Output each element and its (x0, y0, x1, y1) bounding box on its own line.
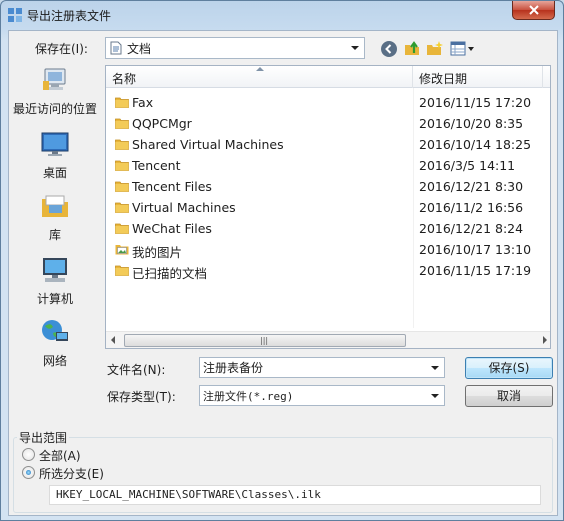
place-label: 网络 (42, 354, 67, 368)
file-name: 我的图片 (132, 245, 183, 260)
scroll-right-icon[interactable] (543, 336, 547, 344)
file-row[interactable]: Fax 2016/11/15 17:20 (106, 92, 550, 113)
chevron-down-icon (431, 394, 439, 398)
desktop-icon (41, 132, 69, 156)
place-label: 库 (48, 228, 61, 242)
file-row[interactable]: Shared Virtual Machines 2016/10/14 18:25 (106, 134, 550, 155)
file-date: 2016/12/21 8:30 (419, 179, 524, 194)
place-computer[interactable]: 计算机 (9, 255, 101, 307)
title-bar: 导出注册表文件 (1, 1, 563, 29)
file-date: 2016/11/15 17:19 (419, 263, 532, 278)
save-button[interactable]: 保存(S) (465, 357, 553, 379)
computer-icon (43, 258, 67, 282)
file-name: Shared Virtual Machines (132, 137, 284, 152)
chevron-down-icon (351, 46, 359, 50)
file-date: 2016/10/20 8:35 (419, 116, 524, 131)
file-row[interactable]: WeChat Files 2016/12/21 8:24 (106, 218, 550, 239)
selected-branch-field[interactable]: HKEY_LOCAL_MACHINE\SOFTWARE\Classes\.ilk (49, 485, 541, 505)
folder-icon (115, 181, 129, 192)
folder-icon (115, 160, 129, 171)
filename-input[interactable]: 注册表备份 (199, 357, 445, 378)
folder-icon (115, 265, 129, 276)
documents-icon (110, 41, 122, 55)
pictures-folder-icon (115, 245, 129, 255)
filetype-select[interactable]: 注册文件(*.reg) (199, 385, 445, 406)
file-name: 已扫描的文档 (132, 266, 208, 281)
close-button[interactable] (512, 1, 555, 20)
export-registry-dialog: 导出注册表文件 保存在(I): 文档 最近访问的位置 桌面 库 计算机 网络 名… (0, 0, 564, 521)
scrollbar-thumb[interactable]: ||| (124, 334, 406, 347)
column-date-label: 修改日期 (419, 72, 468, 86)
file-name: Fax (132, 95, 154, 110)
place-network[interactable]: 网络 (9, 317, 101, 369)
column-name-label: 名称 (112, 72, 137, 86)
place-libraries[interactable]: 库 (9, 191, 101, 243)
filetype-value: 注册文件(*.reg) (203, 389, 294, 403)
horizontal-scrollbar[interactable]: ||| (106, 331, 550, 348)
export-selected-radio[interactable] (22, 466, 35, 479)
filename-value: 注册表备份 (203, 361, 264, 375)
folder-icon (115, 118, 129, 129)
places-bar: 最近访问的位置 桌面 库 计算机 网络 (9, 65, 101, 385)
sort-ascending-icon (256, 67, 264, 71)
file-date: 2016/12/21 8:24 (419, 221, 524, 236)
file-date: 2016/11/15 17:20 (419, 95, 532, 110)
folder-icon (115, 202, 129, 213)
network-icon (42, 320, 68, 341)
export-all-label[interactable]: 全部(A) (39, 447, 81, 464)
filename-label: 文件名(N): (107, 363, 166, 377)
filetype-label: 保存类型(T): (107, 390, 176, 404)
folder-icon (115, 223, 129, 234)
file-name: Virtual Machines (132, 200, 236, 215)
place-label: 桌面 (42, 166, 67, 180)
column-type[interactable] (543, 66, 550, 88)
file-list[interactable]: 名称 修改日期 Fax 2016/11/15 17:20 QQPCMgr 2016/1… (105, 65, 551, 349)
file-date: 2016/10/14 18:25 (419, 137, 532, 152)
recent-places-icon (43, 68, 66, 90)
file-row[interactable]: QQPCMgr 2016/10/20 8:35 (106, 113, 550, 134)
place-recent[interactable]: 最近访问的位置 (9, 65, 101, 117)
save-in-label: 保存在(I): (35, 42, 88, 56)
view-menu-icon[interactable] (450, 40, 476, 58)
back-icon[interactable] (380, 40, 398, 58)
folder-icon (115, 97, 129, 108)
libraries-icon (42, 195, 68, 217)
place-label: 最近访问的位置 (12, 102, 97, 116)
file-row[interactable]: 已扫描的文档 2016/11/15 17:19 (106, 260, 550, 281)
file-name: QQPCMgr (132, 116, 192, 131)
export-selected-label[interactable]: 所选分支(E) (39, 465, 104, 482)
registry-editor-icon (8, 8, 22, 22)
export-range-legend: 导出范围 (17, 429, 70, 446)
window-title: 导出注册表文件 (27, 9, 112, 23)
new-folder-icon[interactable] (426, 40, 444, 58)
chevron-down-icon[interactable] (431, 366, 439, 370)
place-label: 计算机 (36, 292, 73, 306)
file-row[interactable]: Tencent 2016/3/5 14:11 (106, 155, 550, 176)
place-desktop[interactable]: 桌面 (9, 129, 101, 181)
column-header: 名称 修改日期 (106, 66, 550, 88)
file-name: Tencent Files (132, 179, 212, 194)
file-name: Tencent (132, 158, 181, 173)
close-icon (528, 5, 539, 15)
up-folder-icon[interactable] (403, 39, 421, 57)
file-name: WeChat Files (132, 221, 212, 236)
file-date: 2016/3/5 14:11 (419, 158, 516, 173)
folder-icon (115, 139, 129, 150)
cancel-button[interactable]: 取消 (465, 385, 553, 407)
scroll-left-icon[interactable] (111, 336, 115, 344)
dialog-body: 保存在(I): 文档 最近访问的位置 桌面 库 计算机 网络 名称 修改日期 F… (8, 30, 558, 516)
file-row[interactable]: Tencent Files 2016/12/21 8:30 (106, 176, 550, 197)
column-name[interactable]: 名称 (106, 66, 413, 88)
export-all-radio[interactable] (22, 448, 35, 461)
file-date: 2016/10/17 13:10 (419, 242, 532, 257)
save-in-combo[interactable]: 文档 (105, 37, 365, 59)
file-row[interactable]: Virtual Machines 2016/11/2 16:56 (106, 197, 550, 218)
column-date[interactable]: 修改日期 (413, 66, 543, 88)
file-row[interactable]: 我的图片 2016/10/17 13:10 (106, 239, 550, 260)
file-date: 2016/11/2 16:56 (419, 200, 524, 215)
save-in-value: 文档 (127, 41, 152, 56)
